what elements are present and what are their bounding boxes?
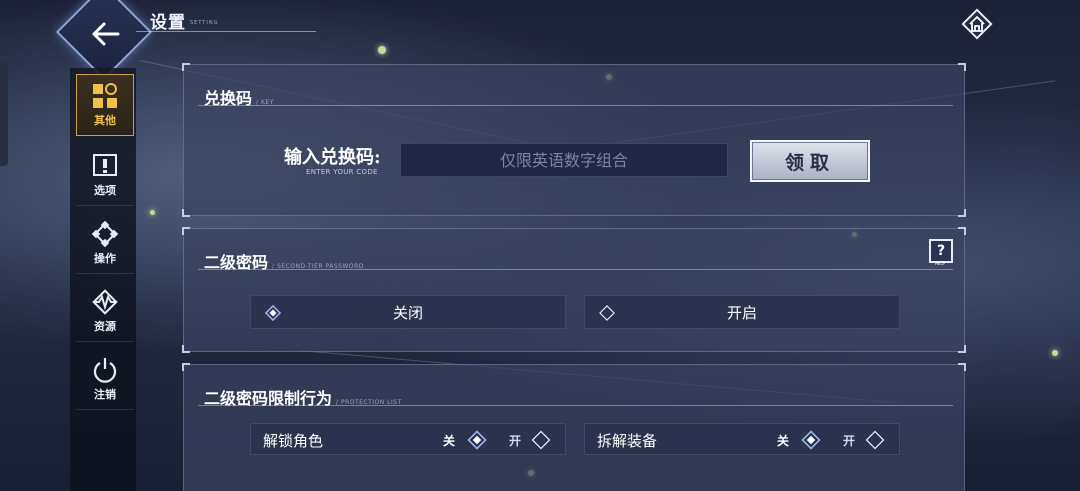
option-label: 关闭 bbox=[392, 303, 423, 322]
sidebar-item-resources[interactable]: 资源 bbox=[76, 280, 134, 342]
corner-mark bbox=[182, 227, 190, 235]
sidebar-item-label: 选项 bbox=[94, 183, 116, 197]
off-label: 关 bbox=[777, 434, 790, 448]
empty-diamond-icon bbox=[599, 305, 615, 321]
power-icon bbox=[93, 357, 117, 383]
section-divider bbox=[198, 105, 953, 106]
sidebar-item-logout[interactable]: 注销 bbox=[76, 348, 134, 410]
on-label: 开 bbox=[509, 434, 522, 448]
protection-row-dismantle-gear: 拆解装备 关 开 bbox=[584, 423, 900, 455]
option-icon bbox=[93, 153, 117, 176]
option-label: 开启 bbox=[726, 303, 757, 322]
section-divider bbox=[198, 405, 953, 406]
sidebar-item-controls[interactable]: 操作 bbox=[76, 212, 134, 274]
help-icon[interactable]: ? bbox=[929, 239, 953, 263]
corner-mark bbox=[182, 209, 190, 217]
grid-icon bbox=[93, 83, 117, 108]
off-toggle-selected-icon[interactable] bbox=[467, 430, 487, 450]
on-label: 开 bbox=[843, 434, 856, 448]
sidebar-item-label: 注销 bbox=[94, 387, 116, 401]
code-input-sublabel: ENTER YOUR CODE bbox=[306, 168, 378, 176]
on-toggle-empty-icon[interactable] bbox=[531, 430, 551, 450]
left-edge-tab bbox=[0, 60, 8, 166]
protection-row-label: 解锁角色 bbox=[263, 432, 324, 450]
protection-row-unlock-character: 解锁角色 关 开 bbox=[250, 423, 566, 455]
corner-mark bbox=[182, 363, 190, 371]
corner-mark bbox=[182, 63, 190, 71]
control-icon bbox=[91, 220, 119, 247]
protection-row-label: 拆解装备 bbox=[597, 432, 658, 450]
sidebar: 其他 选项 操作 资源 注销 bbox=[70, 68, 136, 491]
sidebar-item-label: 操作 bbox=[94, 251, 116, 265]
selected-diamond-icon bbox=[265, 305, 281, 321]
redeem-code-input[interactable] bbox=[400, 143, 728, 177]
sidebar-item-options[interactable]: 选项 bbox=[76, 144, 134, 206]
sidebar-item-label: 资源 bbox=[94, 319, 116, 333]
password-off-button[interactable]: 关闭 bbox=[250, 295, 566, 329]
section-divider bbox=[198, 269, 953, 270]
claim-button[interactable]: 领取 bbox=[750, 140, 870, 182]
protection-panel: 二级密码限制行为 / PROTECTION LIST 解锁角色 关 开 拆解装备 … bbox=[182, 363, 966, 491]
on-toggle-empty-icon[interactable] bbox=[865, 430, 885, 450]
corner-mark bbox=[958, 363, 966, 371]
sidebar-item-other[interactable]: 其他 bbox=[76, 74, 134, 136]
page-title: 设置 bbox=[150, 13, 186, 33]
corner-mark bbox=[958, 63, 966, 71]
code-input-label: 输入兑换码: bbox=[284, 147, 381, 168]
back-arrow-icon[interactable] bbox=[84, 12, 128, 56]
bg-dot bbox=[1052, 350, 1058, 356]
corner-mark bbox=[958, 227, 966, 235]
corner-mark bbox=[958, 345, 966, 353]
off-label: 关 bbox=[443, 434, 456, 448]
redeem-panel: 兑换码/ KEY 输入兑换码: ENTER YOUR CODE 领取 bbox=[182, 63, 966, 217]
off-toggle-selected-icon[interactable] bbox=[801, 430, 821, 450]
bg-dot bbox=[150, 210, 155, 215]
help-sublabel: HELP bbox=[935, 261, 946, 266]
bg-dot bbox=[378, 46, 386, 54]
sidebar-item-label: 其他 bbox=[94, 114, 116, 127]
password-on-button[interactable]: 开启 bbox=[584, 295, 900, 329]
wave-icon bbox=[92, 288, 118, 315]
page-subtitle: SETTING bbox=[190, 20, 219, 26]
second-password-panel: 二级密码 / SECOND-TIER PASSWORD ? HELP 关闭 开启 bbox=[182, 227, 966, 353]
home-button[interactable] bbox=[958, 5, 996, 43]
corner-mark bbox=[182, 345, 190, 353]
corner-mark bbox=[958, 209, 966, 217]
